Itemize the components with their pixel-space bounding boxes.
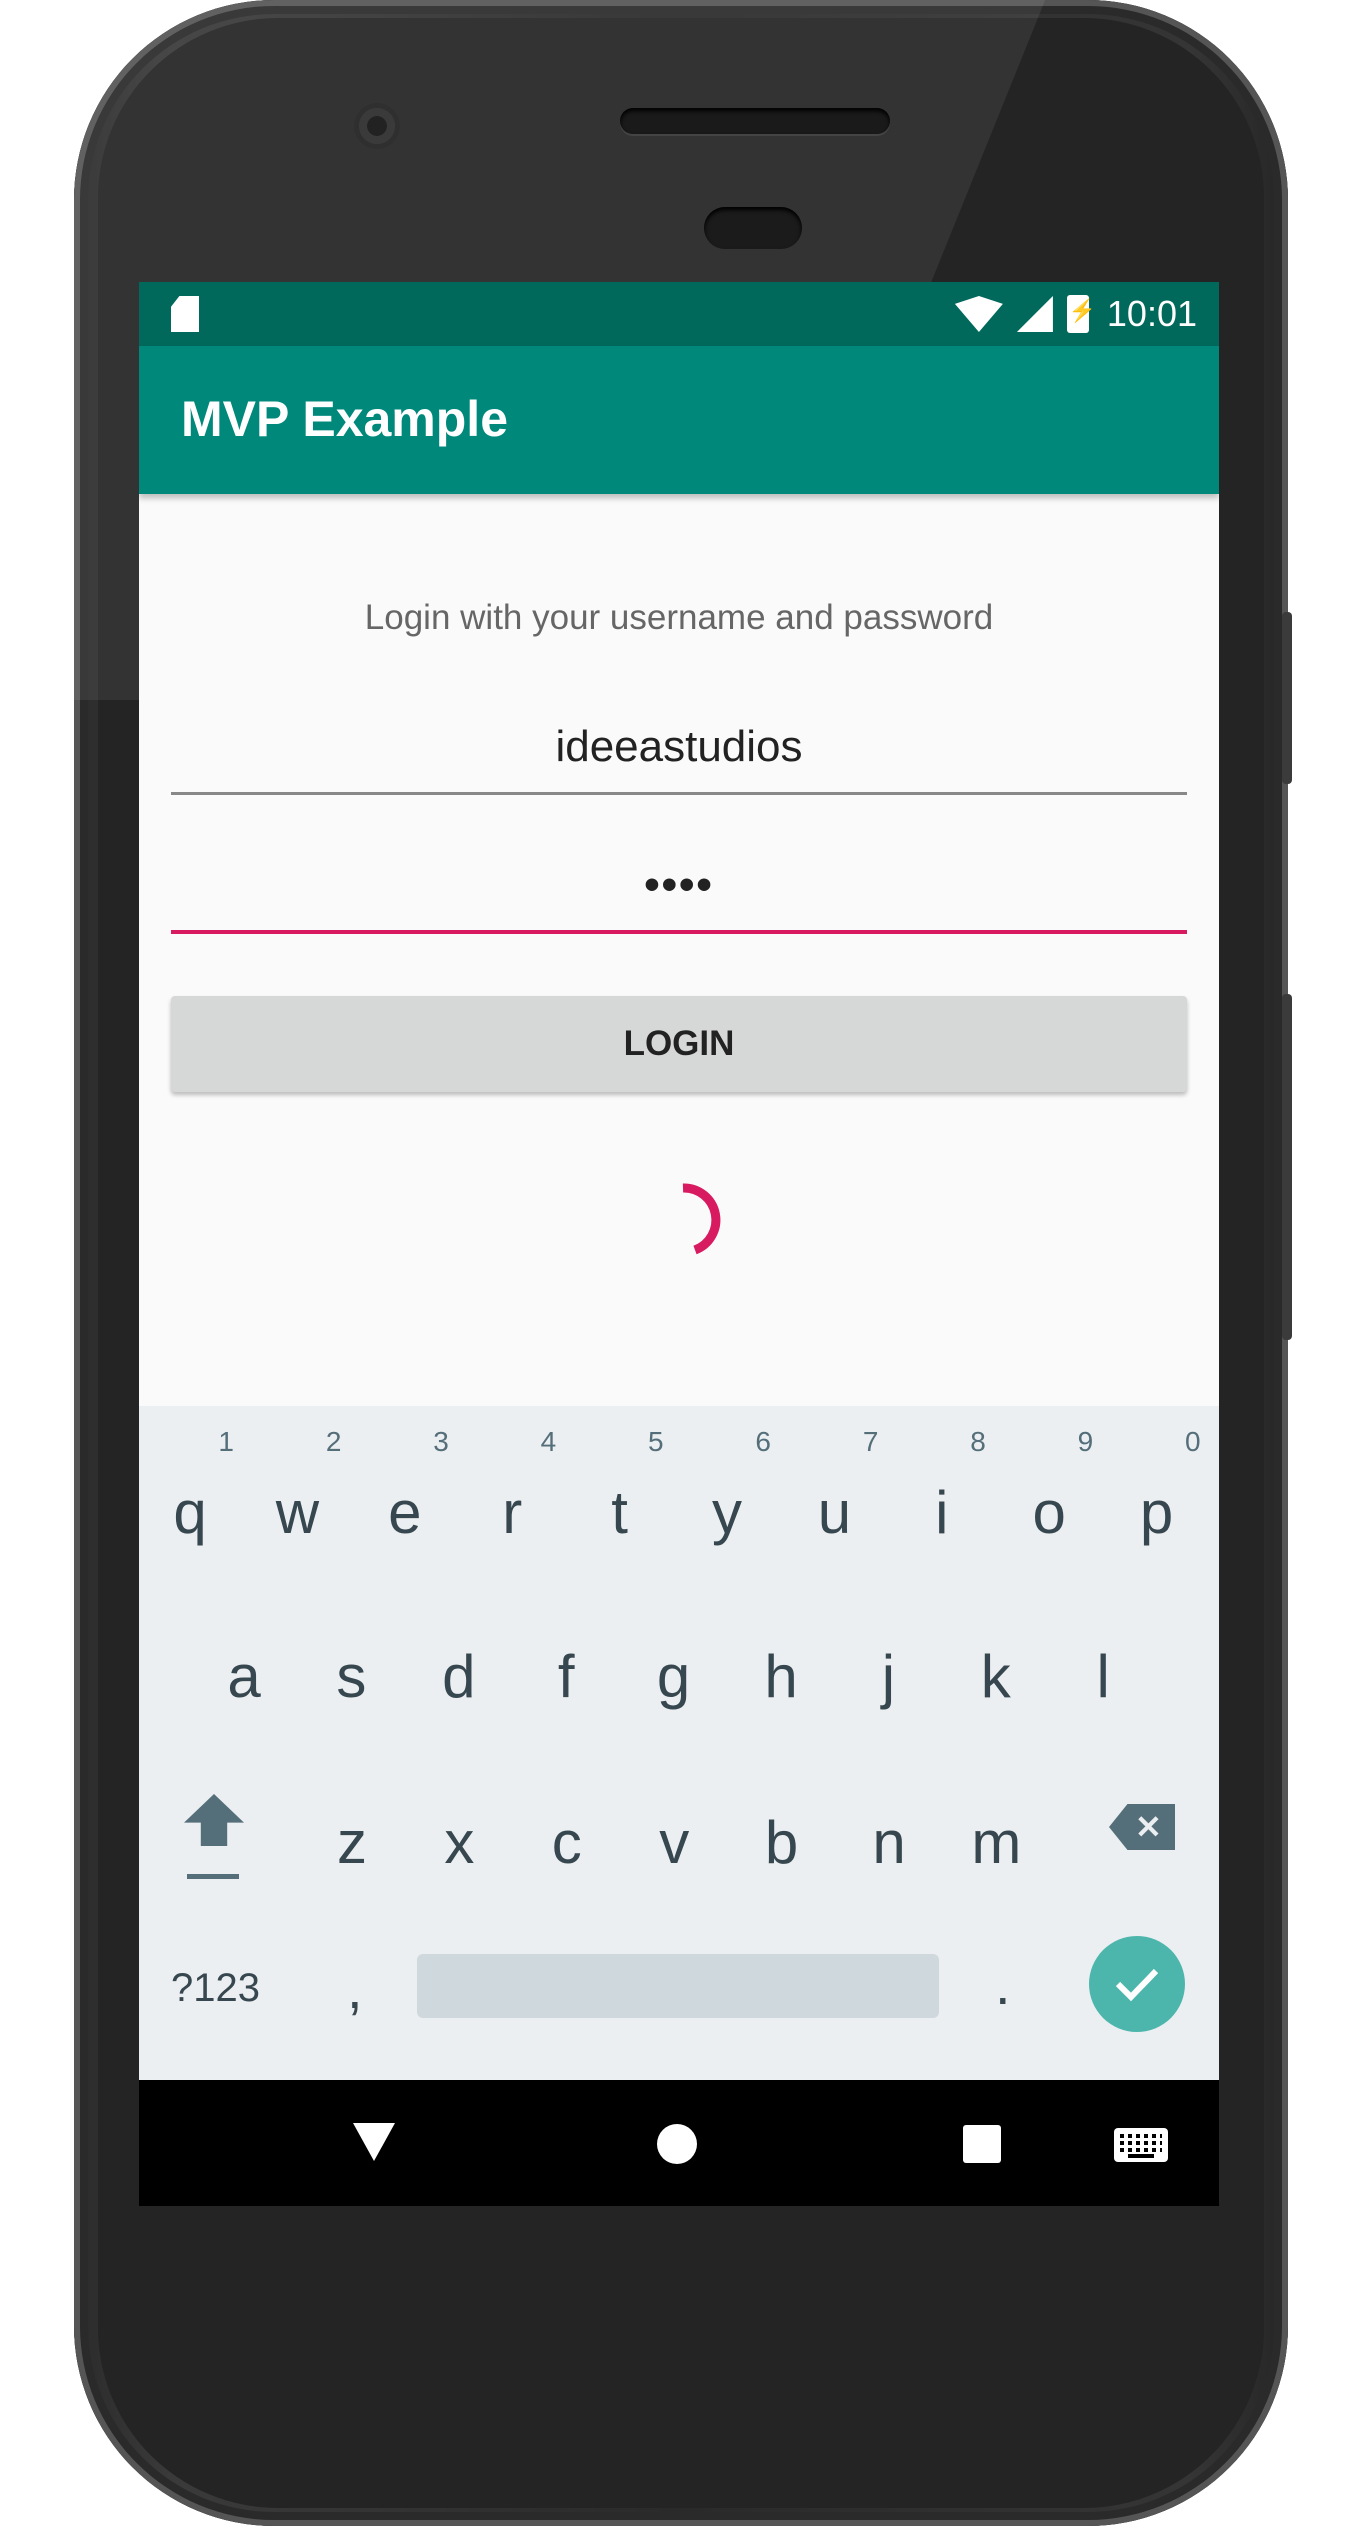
login-button[interactable]: LOGIN [171, 996, 1187, 1092]
app-bar: MVP Example [139, 346, 1219, 494]
key-label: i [935, 1479, 949, 1546]
key-z[interactable]: z [302, 1808, 402, 1877]
key-label: t [611, 1479, 628, 1546]
shift-icon [184, 1794, 244, 1846]
key-number-hint: 1 [218, 1426, 234, 1457]
key-t[interactable]: 5t [570, 1426, 670, 1547]
wifi-icon [954, 296, 1003, 332]
key-q[interactable]: 1q [140, 1426, 240, 1547]
key-x[interactable]: x [409, 1808, 509, 1877]
recents-icon[interactable] [963, 2125, 1001, 2163]
front-camera [354, 103, 400, 149]
password-field[interactable]: •••• [171, 860, 1187, 934]
key-b[interactable]: b [732, 1808, 832, 1877]
key-r[interactable]: 4r [462, 1426, 562, 1547]
key-label: e [388, 1479, 422, 1546]
battery-charging-icon [1066, 295, 1096, 333]
key-d[interactable]: d [409, 1642, 509, 1711]
proximity-sensor [704, 207, 802, 249]
keyboard-switch-icon[interactable] [1114, 2128, 1168, 2162]
key-label: u [817, 1479, 852, 1546]
key-label: q [173, 1479, 207, 1546]
key-number-hint: 5 [648, 1426, 664, 1457]
volume-button [1282, 994, 1292, 1340]
key-label: p [1139, 1479, 1174, 1546]
key-g[interactable]: g [624, 1642, 724, 1711]
username-field[interactable]: ideeastudios [171, 722, 1187, 795]
backspace-icon[interactable] [1109, 1804, 1175, 1850]
key-o[interactable]: 9o [999, 1426, 1099, 1547]
key-number-hint: 3 [433, 1426, 449, 1457]
key-m[interactable]: m [946, 1808, 1046, 1877]
power-button [1282, 612, 1292, 784]
back-icon[interactable] [353, 2123, 395, 2161]
key-number-hint: 0 [1185, 1426, 1201, 1457]
key-l[interactable]: l [1053, 1642, 1153, 1711]
key-a[interactable]: a [194, 1642, 294, 1711]
soft-keyboard: 1q2w3e4r5t6y7u8i9o0p asdfghjkl zxcvbnm ?… [139, 1406, 1219, 2080]
key-e[interactable]: 3e [355, 1426, 455, 1547]
key-f[interactable]: f [516, 1642, 616, 1711]
loading-spinner [682, 1183, 721, 1255]
checkmark-icon [1115, 1968, 1159, 2002]
key-u[interactable]: 7u [784, 1426, 884, 1547]
key-number-hint: 4 [540, 1426, 557, 1457]
login-prompt: Login with your username and password [364, 598, 994, 637]
key-n[interactable]: n [839, 1808, 939, 1877]
key-j[interactable]: j [838, 1642, 938, 1711]
key-label: o [1032, 1479, 1066, 1546]
key-s[interactable]: s [301, 1642, 401, 1711]
key-v[interactable]: v [624, 1808, 724, 1877]
app-title: MVP Example [181, 391, 509, 447]
space-key[interactable] [417, 1954, 939, 2018]
key-number-hint: 2 [325, 1426, 342, 1457]
key-h[interactable]: h [731, 1642, 831, 1711]
device-screen: 10:01 MVP Example Login with your userna… [139, 282, 1219, 2206]
key-number-hint: 9 [1077, 1426, 1094, 1457]
key-p[interactable]: 0p [1107, 1426, 1207, 1547]
shift-underline [187, 1874, 239, 1879]
signal-icon [1016, 296, 1053, 332]
key-number-hint: 7 [862, 1426, 879, 1457]
key-k[interactable]: k [946, 1642, 1046, 1711]
key-i[interactable]: 8i [892, 1426, 992, 1547]
period-key[interactable]: . [995, 1952, 1011, 2017]
shift-key[interactable] [179, 1794, 249, 1884]
home-icon[interactable] [657, 2124, 697, 2164]
key-label: w [275, 1479, 320, 1546]
key-label: r [502, 1479, 523, 1546]
done-key[interactable] [1089, 1936, 1185, 2032]
earpiece-speaker [620, 108, 890, 134]
key-w[interactable]: 2w [247, 1426, 347, 1547]
key-label: y [712, 1479, 742, 1546]
status-bar: 10:01 [139, 282, 1219, 346]
key-c[interactable]: c [517, 1808, 617, 1877]
key-number-hint: 6 [755, 1426, 771, 1457]
status-icons: 10:01 [954, 282, 1197, 346]
key-y[interactable]: 6y [677, 1426, 777, 1547]
symbols-key[interactable]: ?123 [171, 1966, 260, 2011]
comma-key[interactable]: , [347, 1956, 363, 2021]
sd-card-icon [171, 296, 199, 332]
navigation-bar [139, 2080, 1219, 2206]
key-number-hint: 8 [970, 1426, 986, 1457]
status-time: 10:01 [1106, 293, 1197, 334]
